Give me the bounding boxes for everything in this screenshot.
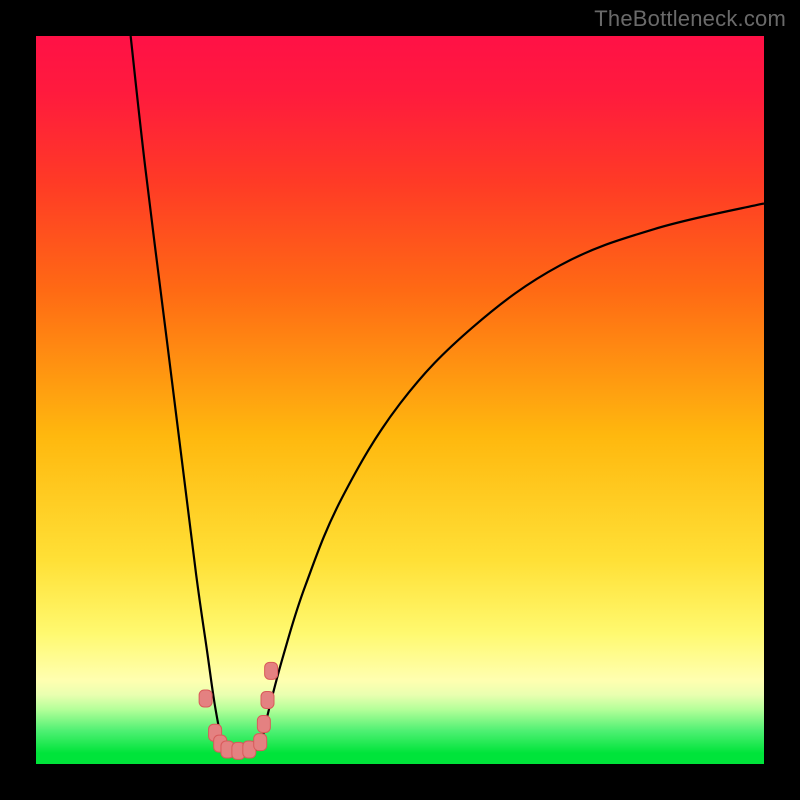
curve-marker <box>199 690 212 707</box>
curve-marker <box>265 662 278 679</box>
plot-area <box>36 36 764 764</box>
watermark-text: TheBottleneck.com <box>594 6 786 32</box>
green-baseline-bar <box>36 753 764 764</box>
curve-marker <box>254 734 267 751</box>
chart-frame: TheBottleneck.com <box>0 0 800 800</box>
curve-marker <box>261 691 274 708</box>
chart-svg <box>36 36 764 764</box>
gradient-background <box>36 36 764 764</box>
curve-marker <box>257 715 270 732</box>
